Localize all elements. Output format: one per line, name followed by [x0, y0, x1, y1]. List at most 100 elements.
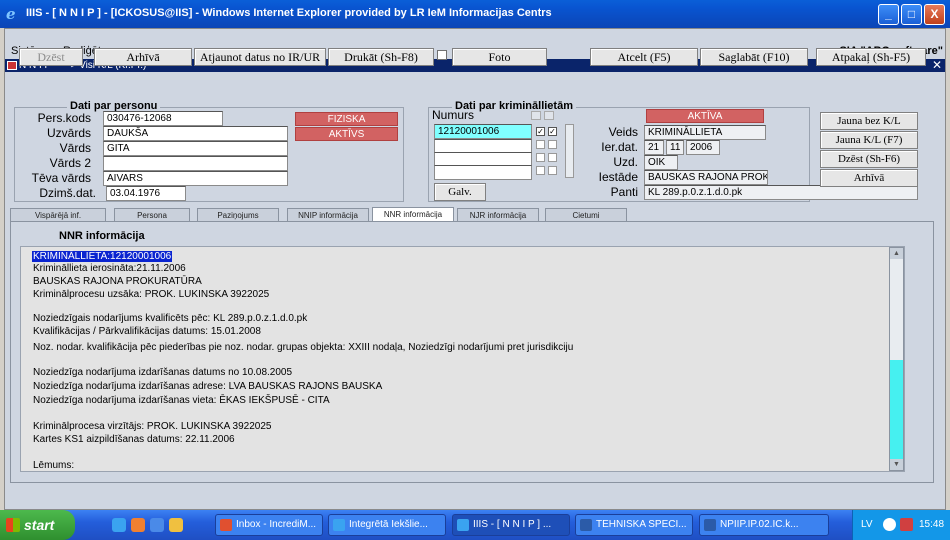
- close-window-button[interactable]: X: [924, 4, 945, 25]
- tab-njr-informacija[interactable]: NJR informācija: [457, 208, 539, 222]
- word-icon: [704, 519, 716, 531]
- internet-explorer-icon: e: [6, 5, 16, 23]
- iestade-field[interactable]: BAUSKAS RAJONA PROKURĀ: [644, 170, 768, 185]
- case-checkbox[interactable]: [548, 166, 557, 175]
- form-icon: [7, 61, 17, 70]
- network-icon[interactable]: [883, 518, 896, 531]
- case-checkbox[interactable]: [548, 140, 557, 149]
- case-nav-prev-icon[interactable]: [531, 111, 541, 120]
- panti-label: Panti: [610, 185, 638, 199]
- vards-field[interactable]: GITA: [103, 141, 288, 156]
- tab-cietumi[interactable]: Cietumi: [545, 208, 627, 222]
- tab-persona[interactable]: Persona: [114, 208, 190, 222]
- start-button[interactable]: start: [0, 510, 75, 540]
- ier-dat-label: Ier.dat.: [601, 140, 638, 154]
- clock: 15:48: [919, 519, 945, 530]
- language-indicator[interactable]: LV: [861, 519, 873, 530]
- nnr-line: Krimināllieta ierosināta:21.11.2006: [33, 263, 186, 274]
- nnr-scrollbar[interactable]: ▲ ▼: [889, 247, 904, 471]
- task-npiip[interactable]: NPIIP.IP.02.IC.k...: [699, 514, 829, 536]
- case-active-checkbox[interactable]: ✓: [548, 127, 557, 136]
- case-checkbox[interactable]: [536, 153, 545, 162]
- scroll-up-icon[interactable]: ▲: [890, 248, 903, 259]
- task-tehniska[interactable]: TEHNISKA SPECI...: [575, 514, 693, 536]
- tab-visparejas-inf[interactable]: Vispārējā inf.: [10, 208, 106, 222]
- nnr-line: Noziedzīga nodarījuma izdarīšanas adrese…: [33, 381, 383, 392]
- taskbar: start Inbox - IncrediM... Integrētā Iekš…: [0, 510, 950, 540]
- task-label: Inbox - IncrediM...: [236, 519, 317, 530]
- word-icon: [580, 519, 592, 531]
- task-integreta[interactable]: Integrētā Iekšlie...: [328, 514, 446, 536]
- photo-button[interactable]: Foto: [452, 48, 547, 66]
- uzvards-field[interactable]: DAUKŠA: [103, 126, 288, 141]
- task-iiis-nnip[interactable]: IIIS - [ N N I P ] ...: [452, 514, 570, 536]
- dzims-dat-field[interactable]: 03.04.1976: [106, 186, 186, 201]
- media-quicklaunch-icon[interactable]: [150, 518, 164, 532]
- minimize-button[interactable]: _: [878, 4, 899, 25]
- tab-pazinojums[interactable]: Paziņojums: [197, 208, 279, 222]
- pers-kods-field[interactable]: 030476-12068: [103, 111, 223, 126]
- case-checkbox[interactable]: [536, 140, 545, 149]
- case-number-row-4[interactable]: [434, 165, 532, 180]
- nnr-section-title: NNR informācija: [56, 230, 148, 242]
- cancel-button[interactable]: Atcelt (F5): [590, 48, 698, 66]
- mail-icon: [220, 519, 232, 531]
- case-checkbox[interactable]: [548, 153, 557, 162]
- scroll-down-icon[interactable]: ▼: [890, 459, 903, 470]
- teva-vards-field[interactable]: AIVARS: [103, 171, 288, 186]
- ier-dat-year-field[interactable]: 2006: [686, 140, 720, 155]
- tab-nnr-informacija[interactable]: NNR informācija: [372, 207, 454, 222]
- teva-vards-label: Tēva vārds: [31, 171, 91, 185]
- form-close-icon[interactable]: ✕: [932, 58, 942, 72]
- uzd-field[interactable]: OIK: [644, 155, 678, 170]
- back-button[interactable]: Atpakaļ (Sh-F5): [816, 48, 926, 66]
- task-label: TEHNISKA SPECI...: [596, 519, 687, 530]
- status-badge-fiziska: FIZISKA: [295, 112, 398, 126]
- ie-quicklaunch-icon[interactable]: [112, 518, 126, 532]
- nnr-line: Kriminālprocesa virzītājs: PROK. LUKINSK…: [33, 421, 272, 432]
- numurs-label: Numurs: [432, 108, 475, 122]
- new-case-button[interactable]: Jauna K/L (F7): [820, 131, 918, 149]
- print-checkbox[interactable]: [437, 50, 447, 60]
- ie-icon: [457, 519, 469, 531]
- task-inbox[interactable]: Inbox - IncrediM...: [215, 514, 323, 536]
- folder-quicklaunch-icon[interactable]: [169, 518, 183, 532]
- nnr-line: Kartes KS1 aizpildīšanas datums: 22.11.2…: [33, 434, 235, 445]
- ier-dat-day-field[interactable]: 21: [644, 140, 664, 155]
- archive-button[interactable]: Arhīvā: [94, 48, 192, 66]
- nnr-line: Kvalifikācijas / Pārkvalifikācijas datum…: [33, 326, 261, 337]
- case-number-field[interactable]: 12120001006: [434, 124, 532, 139]
- task-label: Integrētā Iekšlie...: [349, 519, 428, 530]
- delete-button[interactable]: Dzēst: [19, 48, 83, 66]
- ier-dat-month-field[interactable]: 11: [666, 140, 684, 155]
- pers-kods-label: Pers.kods: [37, 111, 91, 125]
- panti-field[interactable]: KL 289.p.0.z.1.d.0.pk: [644, 185, 918, 200]
- firefox-quicklaunch-icon[interactable]: [131, 518, 145, 532]
- archive-case-button[interactable]: Arhīvā: [820, 169, 918, 187]
- save-button[interactable]: Saglabāt (F10): [700, 48, 808, 66]
- new-without-case-button[interactable]: Jauna bez K/L: [820, 112, 918, 130]
- browser-title-bar: e IIIS - [ N N I P ] - [ICKOSUS@IIS] - W…: [0, 0, 950, 28]
- refresh-from-ir-ur-button[interactable]: Atjaunot datus no IR/UR: [194, 48, 326, 66]
- scrollbar-thumb[interactable]: [890, 360, 903, 470]
- nnr-line: Noziedzīga nodarījuma izdarīšanas vieta:…: [33, 395, 330, 406]
- nnr-line: Noziedzīga nodarījuma izdarīšanas datums…: [33, 367, 293, 378]
- case-nav-next-icon[interactable]: [544, 111, 554, 120]
- nnr-line: Noz. nodar. kvalifikācija pēc piederības…: [33, 342, 574, 353]
- tab-nnip-informacija[interactable]: NNIP informācija: [287, 208, 369, 222]
- galv-button[interactable]: Galv.: [434, 183, 486, 201]
- nnr-line: Kriminālprocesu uzsāka: PROK. LUKINSKA 3…: [33, 289, 270, 300]
- veids-field[interactable]: KRIMINĀLLIETA: [644, 125, 766, 140]
- vards2-field[interactable]: [103, 156, 288, 171]
- delete-case-button[interactable]: Dzēst (Sh-F6): [820, 150, 918, 168]
- uzvards-label: Uzvārds: [46, 126, 91, 140]
- maximize-button[interactable]: □: [901, 4, 922, 25]
- security-icon[interactable]: [900, 518, 913, 531]
- case-list-scrollbar[interactable]: [565, 124, 574, 178]
- dzims-dat-label: Dzimš.dat.: [39, 186, 96, 200]
- case-checkbox[interactable]: [536, 166, 545, 175]
- case-main-checkbox[interactable]: ✓: [536, 127, 545, 136]
- start-label: start: [24, 517, 55, 533]
- print-button[interactable]: Drukāt (Sh-F8): [328, 48, 434, 66]
- ie-icon: [333, 519, 345, 531]
